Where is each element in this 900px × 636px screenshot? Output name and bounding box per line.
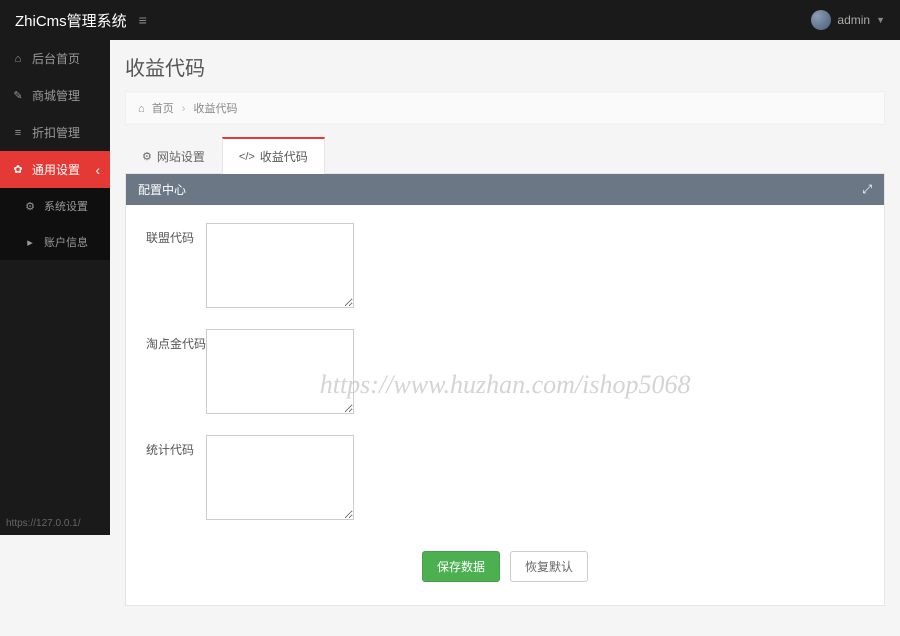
gear-icon: ✿ bbox=[12, 164, 24, 176]
taodian-code-textarea[interactable] bbox=[206, 329, 354, 414]
breadcrumb-home-icon: ⌂ bbox=[138, 103, 145, 115]
gear-icon: ⚙ bbox=[142, 150, 152, 163]
sidebar-item-discount[interactable]: ≡ 折扣管理 bbox=[0, 114, 110, 151]
tabs: ⚙ 网站设置 </> 收益代码 bbox=[125, 137, 885, 174]
sidebar-sub-label: 系统设置 bbox=[44, 198, 88, 214]
form-row-stats: 统计代码 bbox=[146, 435, 864, 523]
user-icon: ▸ bbox=[24, 236, 36, 248]
sidebar: ⌂ 后台首页 ✎ 商城管理 ≡ 折扣管理 ✿ 通用设置 ⚙ 系统设置 ▸ 账户信… bbox=[0, 40, 110, 535]
top-header: ZhiCms管理系统 ≡ admin ▼ bbox=[0, 0, 900, 40]
list-icon: ≡ bbox=[12, 127, 24, 139]
home-icon: ⌂ bbox=[12, 53, 24, 65]
form-row-alliance: 联盟代码 bbox=[146, 223, 864, 311]
username: admin bbox=[837, 13, 870, 27]
form-label: 联盟代码 bbox=[146, 223, 206, 246]
sidebar-label: 折扣管理 bbox=[32, 124, 80, 141]
code-icon: </> bbox=[239, 151, 255, 163]
sidebar-sub-account[interactable]: ▸ 账户信息 bbox=[0, 224, 110, 260]
form-label: 统计代码 bbox=[146, 435, 206, 458]
page-title: 收益代码 bbox=[125, 52, 885, 81]
panel-header: 配置中心 ⤢ bbox=[126, 174, 884, 205]
sidebar-label: 通用设置 bbox=[32, 161, 80, 178]
panel-body: 联盟代码 淘点金代码 统计代码 保存数据 bbox=[126, 205, 884, 605]
tab-label: 网站设置 bbox=[157, 148, 205, 165]
form-control bbox=[206, 329, 354, 417]
tab-site-settings[interactable]: ⚙ 网站设置 bbox=[125, 137, 222, 174]
breadcrumb-current: 收益代码 bbox=[194, 103, 238, 115]
form-control bbox=[206, 435, 354, 523]
save-button[interactable]: 保存数据 bbox=[422, 551, 500, 582]
sidebar-submenu: ⚙ 系统设置 ▸ 账户信息 bbox=[0, 188, 110, 260]
config-panel: 配置中心 ⤢ 联盟代码 淘点金代码 统计代码 bbox=[125, 174, 885, 606]
panel-title: 配置中心 bbox=[138, 181, 186, 198]
stats-code-textarea[interactable] bbox=[206, 435, 354, 520]
sidebar-label: 商城管理 bbox=[32, 87, 80, 104]
expand-icon[interactable]: ⤢ bbox=[862, 182, 872, 197]
cog-icon: ⚙ bbox=[24, 200, 36, 212]
form-control bbox=[206, 223, 354, 311]
pencil-icon: ✎ bbox=[12, 90, 24, 102]
form-row-taodian: 淘点金代码 bbox=[146, 329, 864, 417]
sidebar-sub-label: 账户信息 bbox=[44, 234, 88, 250]
menu-toggle-icon[interactable]: ≡ bbox=[139, 12, 147, 28]
breadcrumb: ⌂ 首页 › 收益代码 bbox=[125, 91, 885, 125]
user-menu[interactable]: admin ▼ bbox=[811, 10, 885, 30]
sidebar-sub-system[interactable]: ⚙ 系统设置 bbox=[0, 188, 110, 224]
chevron-down-icon: ▼ bbox=[876, 15, 885, 25]
footer-link: https://127.0.0.1/ bbox=[6, 518, 81, 529]
sidebar-item-dashboard[interactable]: ⌂ 后台首页 bbox=[0, 40, 110, 77]
main-content: 收益代码 ⌂ 首页 › 收益代码 ⚙ 网站设置 </> 收益代码 配置中心 ⤢ … bbox=[110, 40, 900, 636]
reset-button[interactable]: 恢复默认 bbox=[510, 551, 588, 582]
sidebar-item-shop[interactable]: ✎ 商城管理 bbox=[0, 77, 110, 114]
alliance-code-textarea[interactable] bbox=[206, 223, 354, 308]
breadcrumb-home[interactable]: 首页 bbox=[152, 103, 174, 115]
tab-label: 收益代码 bbox=[260, 148, 308, 165]
form-actions: 保存数据 恢复默认 bbox=[146, 541, 864, 587]
sidebar-item-settings[interactable]: ✿ 通用设置 bbox=[0, 151, 110, 188]
breadcrumb-separator: › bbox=[182, 103, 186, 115]
brand-text: ZhiCms管理系统 bbox=[15, 10, 127, 31]
brand-area: ZhiCms管理系统 ≡ bbox=[15, 10, 147, 31]
sidebar-label: 后台首页 bbox=[32, 50, 80, 67]
avatar bbox=[811, 10, 831, 30]
tab-revenue-code[interactable]: </> 收益代码 bbox=[222, 137, 325, 174]
form-label: 淘点金代码 bbox=[146, 329, 206, 352]
